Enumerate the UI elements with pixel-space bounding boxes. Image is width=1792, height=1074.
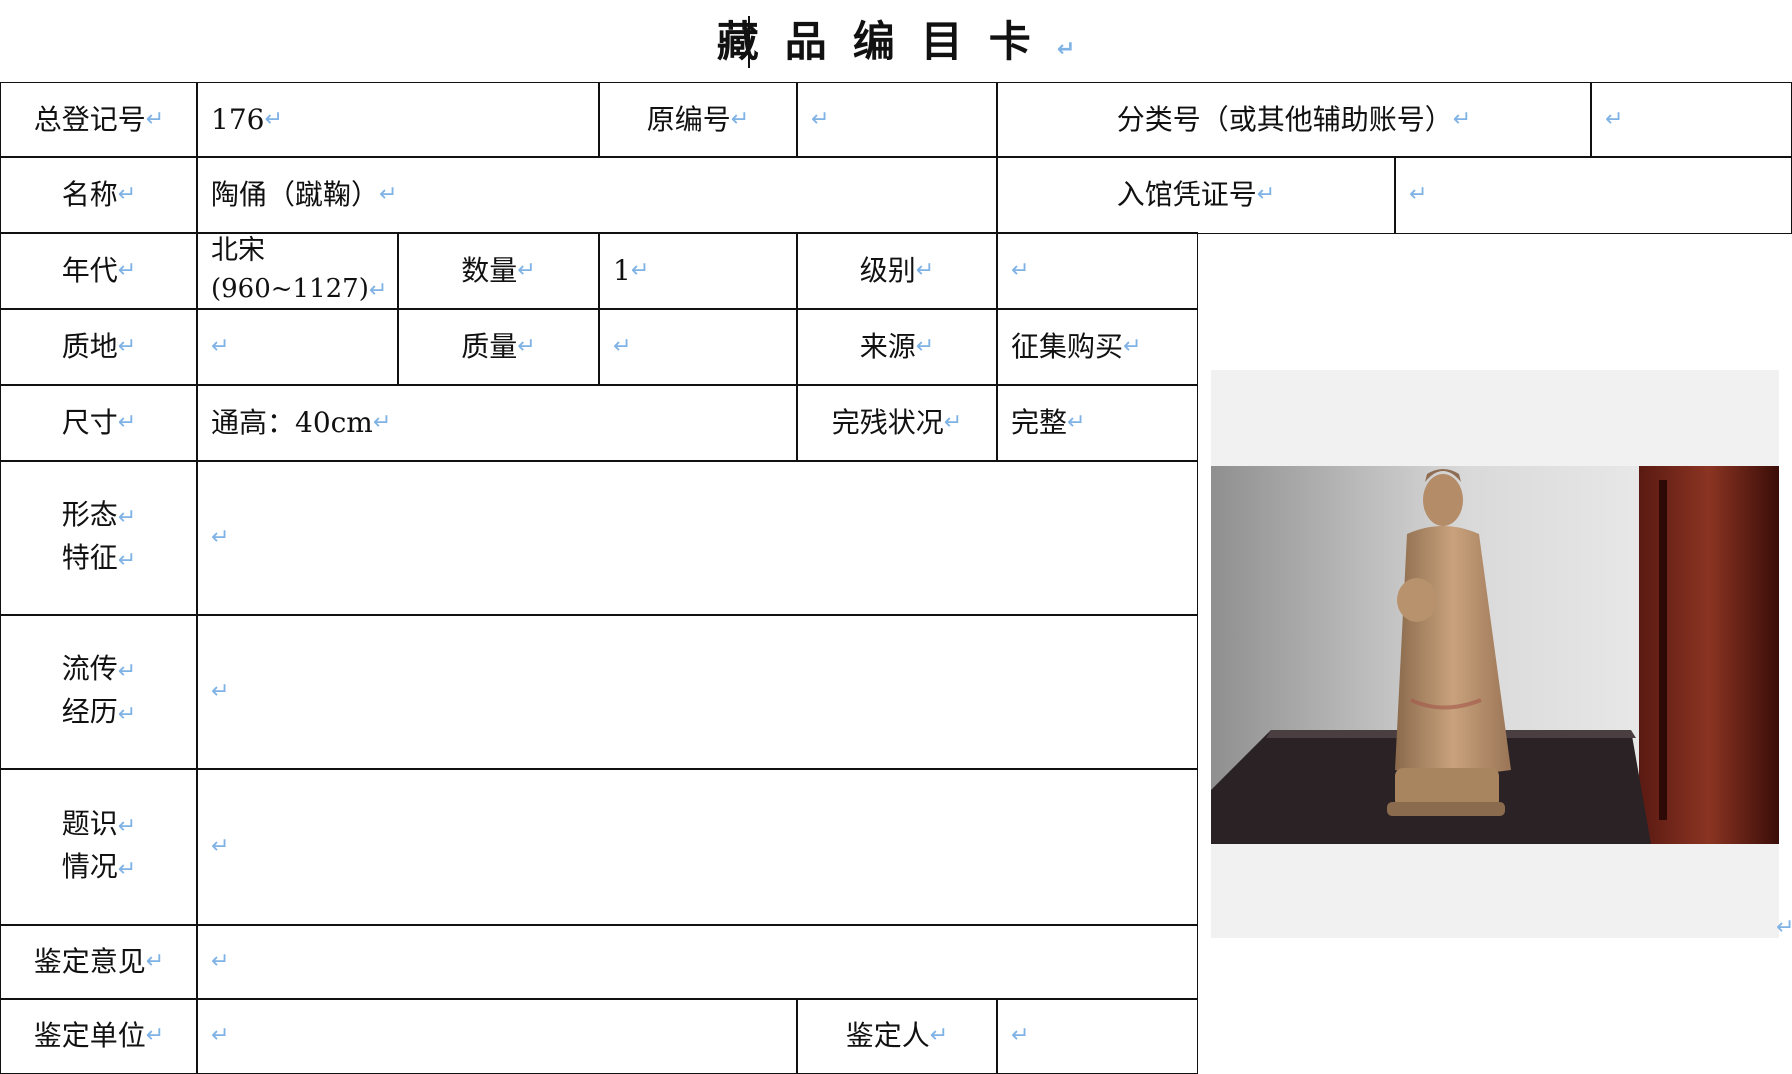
- value-grade[interactable]: ↵: [996, 232, 1198, 310]
- label-provenance: 流传↵ 经历↵: [0, 614, 198, 770]
- value-original-no[interactable]: ↵: [796, 82, 998, 158]
- label-registration-no: 总登记号 ↵: [0, 82, 198, 158]
- value-appraisal-unit[interactable]: ↵: [196, 998, 798, 1074]
- label-weight: 质量 ↵: [397, 308, 600, 386]
- value-category-no[interactable]: ↵: [1590, 82, 1792, 158]
- label-era: 年代 ↵: [0, 232, 198, 310]
- label-appraiser: 鉴定人 ↵: [796, 998, 998, 1074]
- label-material: 质地 ↵: [0, 308, 198, 386]
- value-provenance[interactable]: ↵: [196, 614, 1198, 770]
- label-condition: 完残状况 ↵: [796, 384, 998, 462]
- page-title: 藏品编目卡↵: [716, 17, 1076, 66]
- value-condition[interactable]: 完整 ↵: [996, 384, 1198, 462]
- value-size[interactable]: 通高：40cm ↵: [196, 384, 798, 462]
- value-appraisal-opinion[interactable]: ↵: [196, 924, 1198, 1000]
- label-inscription: 题识↵ 情况↵: [0, 768, 198, 926]
- value-material[interactable]: ↵: [196, 308, 399, 386]
- label-appraisal-unit: 鉴定单位 ↵: [0, 998, 198, 1074]
- value-source[interactable]: 征集购买 ↵: [996, 308, 1198, 386]
- value-name[interactable]: 陶俑（蹴鞠） ↵: [196, 156, 998, 234]
- label-name: 名称 ↵: [0, 156, 198, 234]
- label-source: 来源 ↵: [796, 308, 998, 386]
- value-morphology[interactable]: ↵: [196, 460, 1198, 616]
- artifact-photo-frame: [1211, 370, 1779, 938]
- value-weight[interactable]: ↵: [598, 308, 798, 386]
- value-entry-voucher[interactable]: ↵: [1394, 156, 1792, 234]
- label-original-no: 原编号 ↵: [598, 82, 798, 158]
- label-grade: 级别 ↵: [796, 232, 998, 310]
- value-registration-no[interactable]: 176 ↵: [196, 82, 600, 158]
- paragraph-mark: ↵: [1776, 915, 1792, 940]
- artifact-photo[interactable]: [1211, 370, 1779, 938]
- label-entry-voucher: 入馆凭证号 ↵: [996, 156, 1396, 234]
- label-size: 尺寸 ↵: [0, 384, 198, 462]
- value-appraiser[interactable]: ↵: [996, 998, 1198, 1074]
- label-morphology: 形态↵ 特征↵: [0, 460, 198, 616]
- label-quantity: 数量 ↵: [397, 232, 600, 310]
- label-appraisal-opinion: 鉴定意见 ↵: [0, 924, 198, 1000]
- value-inscription[interactable]: ↵: [196, 768, 1198, 926]
- label-category-no: 分类号（或其他辅助账号） ↵: [996, 82, 1592, 158]
- value-era[interactable]: 北宋 (960~1127)↵: [196, 232, 399, 310]
- value-quantity[interactable]: 1 ↵: [598, 232, 798, 310]
